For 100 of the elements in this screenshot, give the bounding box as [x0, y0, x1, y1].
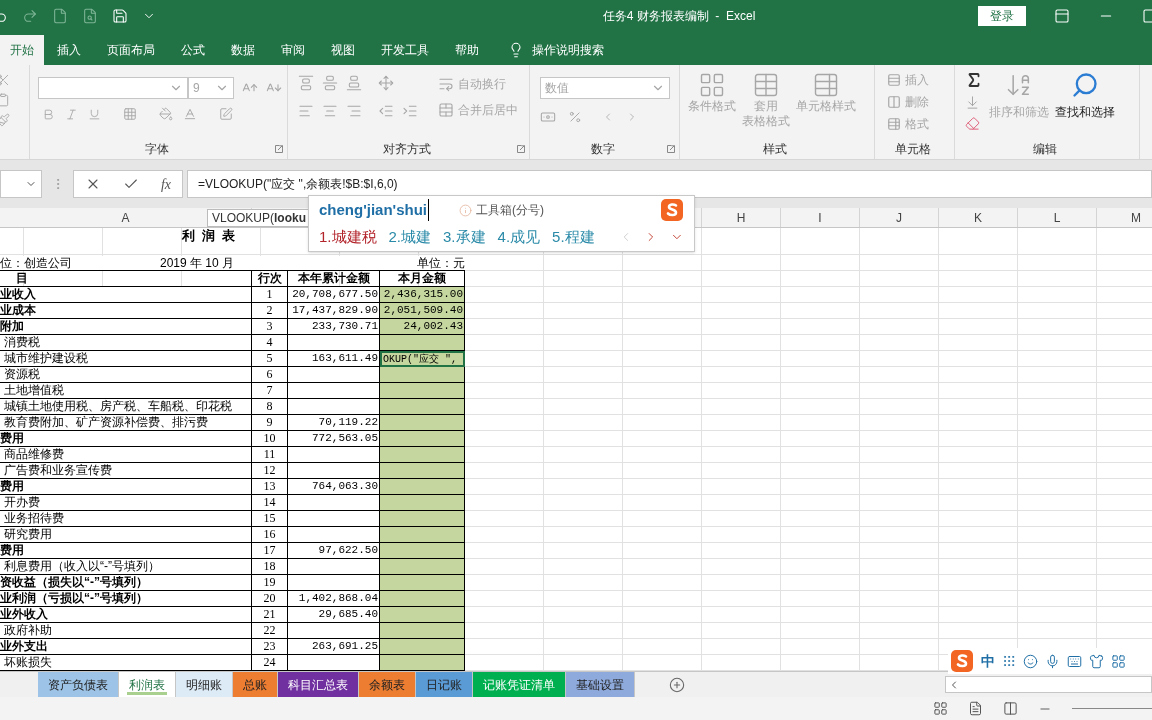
- table-cell[interactable]: 24,002.43: [380, 319, 465, 335]
- sheet-tab[interactable]: 资产负债表: [38, 672, 119, 697]
- fill-color-icon[interactable]: [159, 107, 173, 121]
- align-top-icon[interactable]: [298, 75, 314, 91]
- font-name-field[interactable]: [38, 77, 188, 99]
- column-header[interactable]: H: [702, 208, 781, 227]
- currency-icon[interactable]: [540, 109, 556, 125]
- logo-icon[interactable]: [660, 198, 684, 222]
- table-cell[interactable]: 2,436,315.00: [380, 287, 465, 303]
- table-cell[interactable]: [380, 527, 465, 543]
- table-cell[interactable]: [380, 431, 465, 447]
- dialog-launcher-icon[interactable]: [275, 145, 283, 153]
- column-header[interactable]: L: [1018, 208, 1097, 227]
- ribbon-tab[interactable]: 审阅: [268, 35, 318, 65]
- decrease-indent-icon[interactable]: [378, 103, 394, 119]
- table-cell[interactable]: [380, 559, 465, 575]
- table-cell[interactable]: OKUP("应交 ",: [380, 351, 465, 367]
- table-cell[interactable]: [380, 511, 465, 527]
- table-cell[interactable]: [380, 479, 465, 495]
- toolbox-icon[interactable]: [1111, 653, 1126, 669]
- emoji-icon[interactable]: [1023, 653, 1038, 669]
- ribbon-tab[interactable]: 插入: [44, 35, 94, 65]
- format-painter-icon[interactable]: [0, 113, 10, 127]
- page-layout-icon[interactable]: [968, 701, 983, 716]
- italic-icon[interactable]: [65, 107, 78, 121]
- table-cell[interactable]: [380, 383, 465, 399]
- sheet-tab[interactable]: 科目汇总表: [278, 672, 359, 697]
- percent-icon[interactable]: [568, 110, 582, 124]
- wrap-text-icon[interactable]: [438, 76, 454, 92]
- align-middle-icon[interactable]: [322, 75, 338, 91]
- ime-candidate[interactable]: 3.承建: [443, 225, 486, 249]
- login-button[interactable]: 登录: [978, 6, 1026, 26]
- sheet-tab[interactable]: 总账: [233, 672, 278, 697]
- table-cell[interactable]: [380, 415, 465, 431]
- ribbon-tab[interactable]: 帮助: [442, 35, 492, 65]
- sheet-tab[interactable]: 日记账: [416, 672, 473, 697]
- page-break-icon[interactable]: [1003, 701, 1018, 716]
- table-cell[interactable]: [380, 623, 465, 639]
- ribbon-tab[interactable]: 页面布局: [94, 35, 168, 65]
- ribbon-tab[interactable]: 开发工具: [368, 35, 442, 65]
- skin-icon[interactable]: [1089, 653, 1104, 669]
- column-header[interactable]: I: [781, 208, 860, 227]
- sheet-tab[interactable]: 利润表: [119, 672, 176, 697]
- align-bottom-icon[interactable]: [346, 75, 362, 91]
- ribbon-tab[interactable]: 视图: [318, 35, 368, 65]
- font-color-icon[interactable]: [183, 107, 197, 121]
- dialog-launcher-icon[interactable]: [667, 145, 675, 153]
- table-cell[interactable]: 2,051,509.40: [380, 303, 465, 319]
- table-cell[interactable]: [380, 495, 465, 511]
- formula-field[interactable]: =VLOOKUP("应交 ",余额表!$B:$I,6,0): [187, 170, 1152, 198]
- merge-icon[interactable]: [438, 102, 454, 118]
- ribbon-tab[interactable]: 数据: [218, 35, 268, 65]
- add-sheet-icon[interactable]: [669, 676, 685, 693]
- sheet-tab[interactable]: 余额表: [359, 672, 416, 697]
- align-center-icon[interactable]: [322, 103, 338, 119]
- ime-candidate[interactable]: 2.城建: [388, 225, 432, 249]
- name-box[interactable]: [0, 170, 42, 198]
- ribbon-tab[interactable]: 公式: [168, 35, 218, 65]
- ime-candidate[interactable]: 5.程建: [552, 225, 595, 249]
- clear-icon[interactable]: [965, 116, 980, 131]
- keyboard-icon[interactable]: [1067, 653, 1082, 669]
- dialog-launcher-icon[interactable]: [517, 145, 525, 153]
- ribbon-display-icon[interactable]: [1054, 8, 1070, 24]
- borders-icon[interactable]: [123, 107, 137, 121]
- copy-icon[interactable]: [0, 93, 10, 107]
- increase-indent-icon[interactable]: [402, 103, 418, 119]
- table-cell[interactable]: [380, 591, 465, 607]
- tell-me-search[interactable]: 操作说明搜索: [532, 41, 604, 59]
- table-cell[interactable]: [380, 655, 465, 671]
- table-cell[interactable]: [380, 575, 465, 591]
- table-cell[interactable]: [380, 447, 465, 463]
- sheet-tab[interactable]: 基础设置: [566, 672, 635, 697]
- new-file-icon[interactable]: [52, 8, 68, 24]
- table-cell[interactable]: [380, 639, 465, 655]
- align-left-icon[interactable]: [298, 103, 314, 119]
- table-cell[interactable]: [380, 367, 465, 383]
- input-mode-toggle[interactable]: 中: [981, 650, 995, 672]
- align-right-icon[interactable]: [346, 103, 362, 119]
- horizontal-scrollbar[interactable]: [945, 676, 1152, 693]
- lightbulb-icon[interactable]: [508, 42, 524, 58]
- column-header[interactable]: J: [860, 208, 939, 227]
- ime-candidate[interactable]: 1.城建税: [319, 225, 377, 249]
- editing-button[interactable]: 查找和选择: [1055, 71, 1115, 139]
- underline-icon[interactable]: [88, 107, 101, 121]
- redo-icon[interactable]: [22, 8, 38, 24]
- info-icon[interactable]: [459, 203, 472, 217]
- table-cell[interactable]: [380, 543, 465, 559]
- column-header[interactable]: K: [939, 208, 1018, 227]
- ime-candidate[interactable]: 4.成见: [497, 225, 541, 249]
- sheet-tab[interactable]: 明细账: [176, 672, 233, 697]
- logo-icon[interactable]: [950, 649, 974, 673]
- table-cell[interactable]: [380, 335, 465, 351]
- search-icon[interactable]: [1071, 71, 1099, 99]
- print-preview-icon[interactable]: [82, 8, 98, 24]
- cut-icon[interactable]: [0, 73, 10, 87]
- table-cell[interactable]: [380, 607, 465, 623]
- insert-function-button[interactable]: fx: [160, 173, 171, 195]
- table-cell[interactable]: [380, 399, 465, 415]
- fill-icon[interactable]: [965, 95, 980, 110]
- table-cell[interactable]: [380, 463, 465, 479]
